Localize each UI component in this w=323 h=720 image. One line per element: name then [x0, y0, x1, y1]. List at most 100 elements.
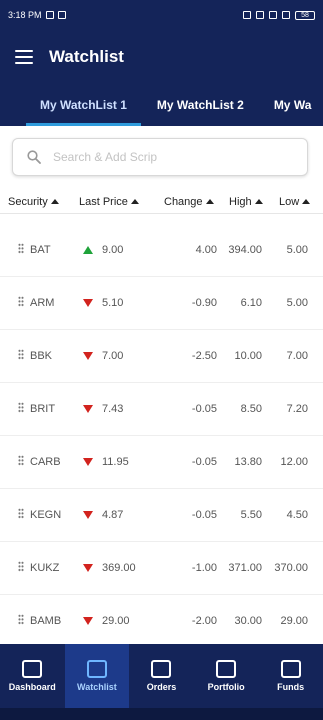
low-value: 5.00: [286, 244, 308, 256]
column-header-last-price[interactable]: Last Price: [79, 196, 139, 208]
nav-label-orders: Orders: [146, 682, 177, 692]
table-row[interactable]: KUKZ 369.00 -1.00 371.00 370.00: [0, 542, 323, 595]
nav-orders[interactable]: Orders: [129, 644, 194, 708]
security-symbol: KEGN: [30, 509, 62, 521]
change-value: -0.05: [191, 509, 217, 521]
high-value: 30.00: [234, 615, 262, 627]
column-label-high: High: [229, 195, 252, 208]
price-down-icon: [83, 458, 93, 466]
change-value: -0.90: [191, 297, 217, 309]
last-price: 9.00: [102, 244, 124, 256]
column-header-security[interactable]: Security: [8, 196, 59, 208]
change-value: -0.05: [191, 456, 217, 468]
dashboard-icon: [22, 660, 43, 678]
shield-icon: [243, 11, 251, 19]
watchlist-tabs: My WatchList 1 My WatchList 2 My Wa: [0, 84, 323, 126]
nav-funds[interactable]: Funds: [258, 644, 323, 708]
high-value: 371.00: [228, 562, 262, 574]
last-price: 5.10: [102, 297, 124, 309]
table-row[interactable]: KEGN 4.87 -0.05 5.50 4.50: [0, 489, 323, 542]
table-row[interactable]: ARM 5.10 -0.90 6.10 5.00: [0, 277, 323, 330]
alarm-icon: [256, 11, 264, 19]
search-bar[interactable]: [12, 138, 308, 176]
column-label-last-price: Last Price: [79, 195, 128, 208]
change-value: -2.50: [191, 350, 217, 362]
high-value: 394.00: [228, 244, 262, 256]
low-value: 5.00: [286, 297, 308, 309]
table-row[interactable]: BAT 9.00 4.00 394.00 5.00: [0, 224, 323, 277]
watchlist-icon: [86, 660, 107, 678]
search-icon: [27, 150, 41, 164]
low-value: 12.00: [280, 456, 308, 468]
table-header: Security Last Price Change High Low: [0, 190, 323, 214]
tab-my-watchlist-3[interactable]: My Wa: [268, 84, 318, 126]
table-row[interactable]: BAMB 29.00 -2.00 30.00 29.00: [0, 595, 323, 648]
nav-dashboard[interactable]: Dashboard: [0, 644, 65, 708]
change-value: 4.00: [195, 244, 217, 256]
security-symbol: ARM: [30, 297, 55, 309]
change-value: -0.05: [191, 403, 217, 415]
table-row[interactable]: BRIT 7.43 -0.05 8.50 7.20: [0, 383, 323, 436]
menu-icon[interactable]: [15, 50, 33, 64]
notification-icon: [45, 11, 54, 19]
security-symbol: BBK: [30, 350, 53, 362]
security-symbol: KUKZ: [30, 562, 60, 574]
high-value: 13.80: [234, 456, 262, 468]
low-value: 29.00: [280, 615, 308, 627]
drag-handle-icon[interactable]: [18, 296, 24, 307]
last-price: 7.00: [102, 350, 124, 362]
security-symbol: BRIT: [30, 403, 56, 415]
column-header-high[interactable]: High: [229, 196, 263, 208]
price-down-icon: [83, 352, 93, 360]
status-time: 3:18 PM: [8, 10, 42, 20]
page-title: Watchlist: [49, 47, 124, 66]
low-value: 4.50: [286, 509, 308, 521]
tab-my-watchlist-2[interactable]: My WatchList 2: [151, 84, 250, 126]
last-price: 7.43: [102, 403, 124, 415]
table-row[interactable]: BBK 7.00 -2.50 10.00 7.00: [0, 330, 323, 383]
price-down-icon: [83, 405, 93, 413]
nav-label-dashboard: Dashboard: [8, 682, 56, 692]
nav-label-portfolio: Portfolio: [207, 682, 245, 692]
last-price: 11.95: [102, 456, 129, 468]
high-value: 10.00: [234, 350, 262, 362]
security-symbol: BAT: [30, 244, 51, 256]
column-label-security: Security: [8, 195, 48, 208]
wifi-icon: [269, 11, 277, 19]
drag-handle-icon[interactable]: [18, 402, 24, 413]
price-down-icon: [83, 617, 93, 625]
price-down-icon: [83, 511, 93, 519]
app-bar: Watchlist: [0, 30, 323, 84]
sort-up-icon: [254, 199, 263, 204]
change-value: -2.00: [191, 615, 217, 627]
drag-handle-icon[interactable]: [18, 561, 24, 572]
table-row[interactable]: CARB 11.95 -0.05 13.80 12.00: [0, 436, 323, 489]
sort-up-icon: [50, 199, 59, 204]
sort-up-icon: [130, 199, 139, 204]
sort-up-icon: [205, 199, 214, 204]
column-header-change[interactable]: Change: [164, 196, 214, 208]
drag-handle-icon[interactable]: [18, 508, 24, 519]
sort-up-icon: [302, 199, 311, 204]
drag-handle-icon[interactable]: [18, 614, 24, 625]
change-value: -1.00: [191, 562, 217, 574]
low-value: 7.20: [286, 403, 308, 415]
last-price: 4.87: [102, 509, 124, 521]
funds-icon: [280, 660, 301, 678]
drag-handle-icon[interactable]: [18, 243, 24, 254]
low-value: 370.00: [274, 562, 308, 574]
drag-handle-icon[interactable]: [18, 455, 24, 466]
search-input[interactable]: [53, 150, 283, 164]
nav-label-watchlist: Watchlist: [77, 682, 117, 692]
app-notification-icon: [57, 11, 66, 19]
high-value: 5.50: [240, 509, 262, 521]
nav-watchlist[interactable]: Watchlist: [64, 644, 130, 708]
low-value: 7.00: [286, 350, 308, 362]
tab-my-watchlist-1[interactable]: My WatchList 1: [26, 84, 141, 126]
column-header-low[interactable]: Low: [279, 196, 311, 208]
high-value: 6.10: [240, 297, 262, 309]
drag-handle-icon[interactable]: [18, 349, 24, 360]
nav-portfolio[interactable]: Portfolio: [194, 644, 259, 708]
security-symbol: CARB: [30, 456, 61, 468]
high-value: 8.50: [240, 403, 262, 415]
